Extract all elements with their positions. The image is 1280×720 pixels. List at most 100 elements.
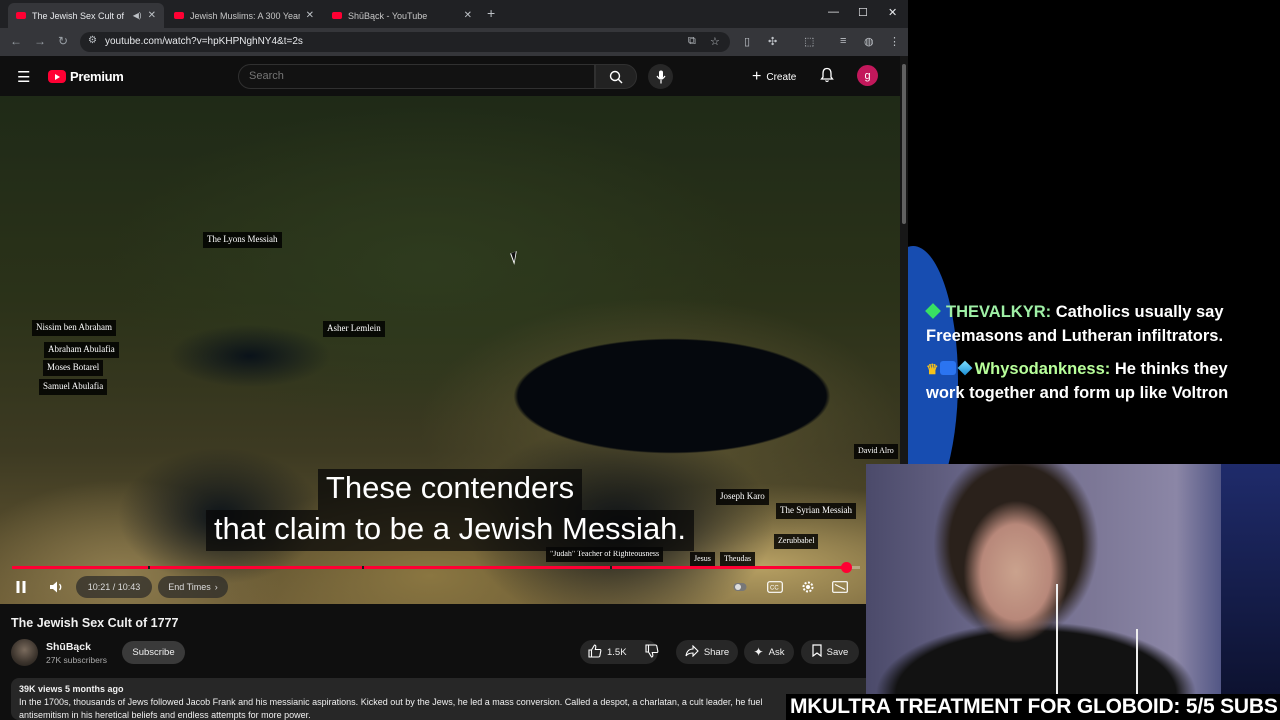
search-button[interactable] <box>595 64 637 89</box>
stream-ticker: MKULTRA TREATMENT FOR GLOBOID: 5/5 SUBS <box>786 694 1280 720</box>
chapter-marker <box>610 566 612 569</box>
hamburger-menu-icon[interactable]: ☰ <box>17 68 30 86</box>
map-label: Nissim ben Abraham <box>32 320 116 336</box>
video-progress-bar[interactable] <box>12 562 860 573</box>
maximize-icon[interactable]: ☐ <box>858 6 868 19</box>
autoplay-icon <box>733 583 747 591</box>
theater-icon <box>832 581 848 593</box>
scrollbar-thumb[interactable] <box>902 64 906 224</box>
map-label: The Lyons Messiah <box>203 232 282 248</box>
tab-3[interactable]: ShūBąck - YouTube ✕ <box>324 3 480 28</box>
map-label: David Alro <box>854 444 898 459</box>
tab-2[interactable]: Jewish Muslims: A 300 Year Old ✕ <box>166 3 322 28</box>
thumbs-up-icon[interactable] <box>588 643 602 661</box>
close-tab-icon[interactable]: ✕ <box>306 10 314 21</box>
profile-icon[interactable]: ◍ <box>864 35 874 48</box>
theater-mode-button[interactable] <box>830 576 850 598</box>
bookmark-star-icon[interactable]: ☆ <box>710 35 720 48</box>
ask-button[interactable]: ✦ Ask <box>744 640 794 664</box>
autoplay-toggle[interactable] <box>730 576 750 598</box>
overlay-shape <box>908 246 958 464</box>
ask-label: Ask <box>768 646 785 658</box>
minimize-icon[interactable]: — <box>828 6 839 18</box>
description-text: In the 1700s, thousands of Jews followed… <box>19 697 763 707</box>
background-shelf <box>1221 464 1280 694</box>
chat-username: THEVALKYR: <box>946 303 1052 321</box>
search-box <box>238 64 595 89</box>
sparkle-icon: ✦ <box>753 645 764 659</box>
url-text: youtube.com/watch?v=hpKHPNghNY4&t=2s <box>105 36 303 47</box>
plus-icon: + <box>752 68 762 85</box>
tab-label: The Jewish Sex Cult of 1777 <box>32 10 127 21</box>
chat-message: THEVALKYR: Catholics usually say Freemas… <box>925 300 1266 348</box>
save-button[interactable]: Save <box>801 640 859 664</box>
reload-icon[interactable]: ↻ <box>58 34 68 48</box>
like-dislike-group: 1.5K <box>580 640 658 664</box>
pause-button[interactable] <box>10 576 32 598</box>
description-box[interactable]: 39K views 5 months ago In the 1700s, tho… <box>11 678 891 720</box>
tab-active[interactable]: The Jewish Sex Cult of 1777 ◀) ✕ <box>8 3 164 28</box>
logo-text: Premium <box>70 69 124 84</box>
account-avatar[interactable]: g <box>857 65 878 86</box>
map-label: Abraham Abulafia <box>44 342 119 358</box>
earbud-cable <box>1136 629 1138 694</box>
webcam-feed <box>866 464 1280 694</box>
chapter-marker <box>362 566 364 569</box>
close-tab-icon[interactable]: ✕ <box>148 10 156 21</box>
share-button[interactable]: Share <box>676 640 738 664</box>
time-display: 10:21 / 10:43 <box>76 576 152 598</box>
channel-name[interactable]: ShūBąck <box>46 641 91 653</box>
chat-username: Whysodankness: <box>974 360 1111 378</box>
captions-icon: CC <box>767 581 783 593</box>
tab-label: ShūBąck - YouTube <box>348 10 428 21</box>
screenshot-icon[interactable]: ⬚ <box>804 35 814 48</box>
captions-button[interactable]: CC <box>765 576 785 598</box>
address-bar[interactable]: ⚙ youtube.com/watch?v=hpKHPNghNY4&t=2s ⧉… <box>80 32 730 52</box>
settings-button[interactable] <box>798 576 818 598</box>
progress-scrubber[interactable] <box>841 562 853 573</box>
notifications-button[interactable] <box>820 67 834 88</box>
create-label: Create <box>766 71 797 83</box>
volume-icon <box>50 581 62 593</box>
chapter-marker <box>148 566 150 569</box>
subscriber-badge-icon <box>939 361 956 375</box>
progress-fill <box>12 566 847 569</box>
subscribe-button[interactable]: Subscribe <box>122 641 185 664</box>
chapter-button[interactable]: End Times › <box>158 576 228 598</box>
crown-badge-icon: ♛ <box>926 361 939 377</box>
subtitle-line: that claim to be a Jewish Messiah. <box>205 510 695 551</box>
youtube-favicon-icon <box>16 12 26 19</box>
media-icon[interactable]: ≡ <box>840 35 846 47</box>
voice-search-button[interactable] <box>648 64 673 89</box>
share-icon <box>685 644 699 660</box>
extensions-icon[interactable]: ✣ <box>768 35 777 48</box>
close-window-icon[interactable]: ✕ <box>888 6 897 19</box>
browser-window: The Jewish Sex Cult of 1777 ◀) ✕ Jewish … <box>0 0 908 720</box>
channel-avatar[interactable] <box>11 639 38 666</box>
search-input[interactable] <box>239 65 594 87</box>
chat-message: ♛ Whysodankness: He thinks they work toge… <box>926 357 1266 405</box>
tab-label: Jewish Muslims: A 300 Year Old <box>190 10 300 21</box>
youtube-logo[interactable]: Premium <box>48 69 124 84</box>
pause-icon <box>16 581 26 593</box>
like-count[interactable]: 1.5K <box>607 647 627 658</box>
trash-icon[interactable]: ▯ <box>744 35 750 48</box>
volume-button[interactable] <box>46 576 68 598</box>
youtube-masthead: ☰ Premium + Create g <box>0 56 900 96</box>
video-player[interactable]: The Lyons Messiah Nissim ben Abraham Abr… <box>0 96 900 604</box>
forward-icon[interactable]: → <box>34 34 46 48</box>
site-info-icon[interactable]: ⚙ <box>88 35 97 46</box>
map-label: Jesus <box>690 552 715 567</box>
back-icon[interactable]: ← <box>10 34 22 48</box>
search-icon <box>609 70 623 83</box>
close-tab-icon[interactable]: ✕ <box>464 10 472 21</box>
speaker-icon[interactable]: ◀) <box>133 11 142 20</box>
chevron-right-icon: › <box>214 582 218 592</box>
create-button[interactable]: + Create <box>752 68 796 86</box>
thumbs-down-icon[interactable] <box>644 643 659 661</box>
menu-icon[interactable]: ⋮ <box>889 35 900 48</box>
install-icon[interactable]: ⧉ <box>688 35 696 48</box>
subscriber-count: 27K subscribers <box>46 655 107 665</box>
new-tab-button[interactable]: + <box>487 5 495 21</box>
bell-icon <box>820 67 834 83</box>
